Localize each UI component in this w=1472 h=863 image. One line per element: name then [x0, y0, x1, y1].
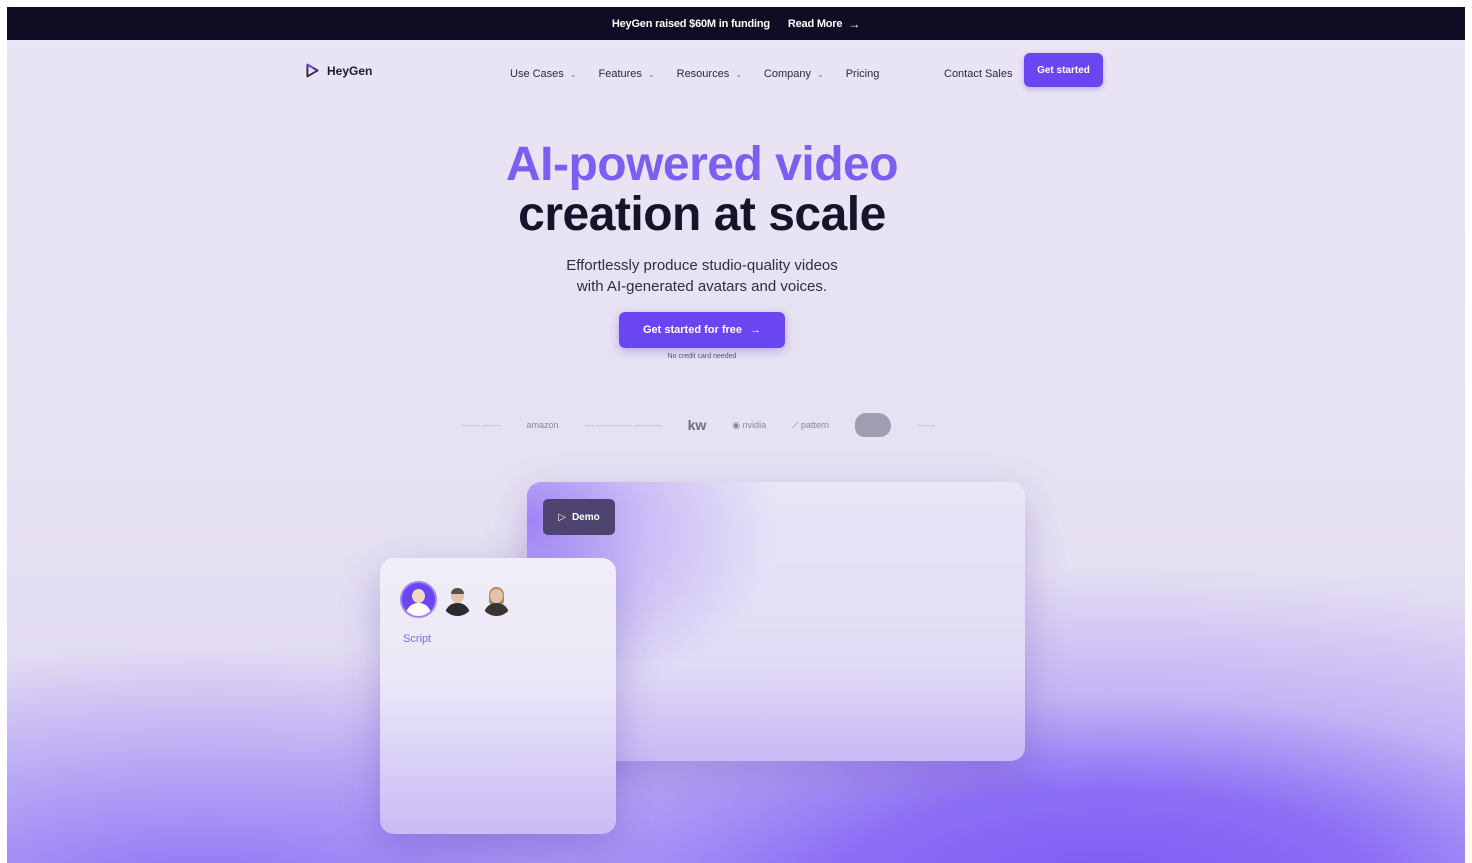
- nvidia-logo: ◉ nvidia: [732, 419, 767, 430]
- avatar-head: [412, 589, 425, 603]
- avatar-body: [484, 603, 509, 616]
- nav-item-label: Company: [763, 68, 811, 80]
- pattern-logo-text: pattern: [800, 419, 829, 430]
- avatar-option-3[interactable]: [480, 583, 513, 616]
- nav-item-label: Pricing: [845, 68, 880, 80]
- arrow-right-icon: →: [848, 16, 861, 31]
- announcement-bar: HeyGen raised $60M in funding Read More …: [7, 7, 1465, 40]
- nav-item-use-cases[interactable]: Use Cases ⌄: [510, 68, 577, 80]
- play-icon: ▷: [558, 511, 566, 523]
- script-label: Script: [403, 633, 432, 645]
- chevron-down-icon: ⌄: [569, 69, 577, 79]
- hero-title-line2: creation at scale: [518, 188, 886, 241]
- nav-menu: Use Cases ⌄ Features ⌄ Resources ⌄ Compa…: [510, 68, 879, 80]
- chevron-down-icon: ⌄: [735, 69, 742, 79]
- nvidia-logo-text: nvidia: [742, 419, 767, 430]
- customer-logos: —— —— amazon — ———— ——— kw ◉ nvidia ⟋ pa…: [462, 410, 942, 440]
- avatar-hair: [451, 588, 464, 594]
- nav-item-label: Features: [598, 68, 642, 80]
- script-card: Script: [380, 558, 616, 834]
- nav-item-label: Resources: [676, 68, 730, 80]
- nav-item-features[interactable]: Features ⌄: [599, 68, 655, 80]
- page-frame: HeyGen raised $60M in funding Read More …: [7, 7, 1465, 863]
- hero-title-line1: AI-powered video: [505, 138, 899, 191]
- nav-item-label: Use Cases: [510, 68, 564, 80]
- read-more-link[interactable]: Read More →: [788, 17, 860, 31]
- hero-subtitle-line2: with AI-generated avatars and voices.: [576, 278, 828, 295]
- no-credit-card-note: No credit card needed: [667, 353, 737, 360]
- chevron-down-icon: ⌄: [647, 69, 655, 79]
- amazon-logo: amazon: [526, 420, 559, 430]
- chevron-down-icon: ⌄: [816, 69, 824, 79]
- avatar-option-1[interactable]: [402, 583, 435, 616]
- read-more-label: Read More: [787, 17, 843, 30]
- nav-item-pricing[interactable]: Pricing: [846, 68, 880, 80]
- demo-label: Demo: [571, 511, 600, 523]
- contact-sales-link[interactable]: Contact Sales: [944, 68, 1012, 80]
- salesforce-logo: [854, 413, 891, 437]
- heygen-logo-icon: [306, 63, 319, 78]
- announcement-text: HeyGen raised $60M in funding: [611, 17, 770, 30]
- brand-logo[interactable]: HeyGen: [304, 62, 372, 79]
- top-nav: HeyGen Use Cases ⌄ Features ⌄ Resources …: [7, 40, 1465, 110]
- hero-title: AI-powered video creation at scale: [7, 140, 1397, 240]
- customer-logo-8: ——: [916, 420, 935, 430]
- arrow-right-icon: →: [750, 324, 762, 336]
- get-started-button[interactable]: Get started: [1024, 53, 1103, 87]
- nav-item-resources[interactable]: Resources ⌄: [677, 68, 742, 80]
- avatar-body: [406, 603, 431, 616]
- pattern-logo: ⟋ pattern: [792, 419, 829, 430]
- customer-logo-1: —— ——: [462, 420, 501, 430]
- kw-logo: kw: [687, 417, 707, 433]
- avatar-body: [445, 603, 470, 616]
- brand-name: HeyGen: [327, 63, 373, 78]
- get-started-free-button[interactable]: Get started for free →: [619, 312, 785, 348]
- hero-subtitle: Effortlessly produce studio-quality vide…: [7, 255, 1397, 297]
- demo-button[interactable]: ▷ Demo: [543, 499, 615, 535]
- avatar-option-2[interactable]: [441, 583, 474, 616]
- customer-logo-3: — ———— ———: [584, 420, 662, 430]
- cta-label: Get started for free: [642, 324, 743, 336]
- hero-subtitle-line1: Effortlessly produce studio-quality vide…: [566, 257, 838, 274]
- avatar-head: [490, 589, 503, 603]
- nav-item-company[interactable]: Company ⌄: [764, 68, 824, 80]
- avatar-picker: [402, 583, 513, 616]
